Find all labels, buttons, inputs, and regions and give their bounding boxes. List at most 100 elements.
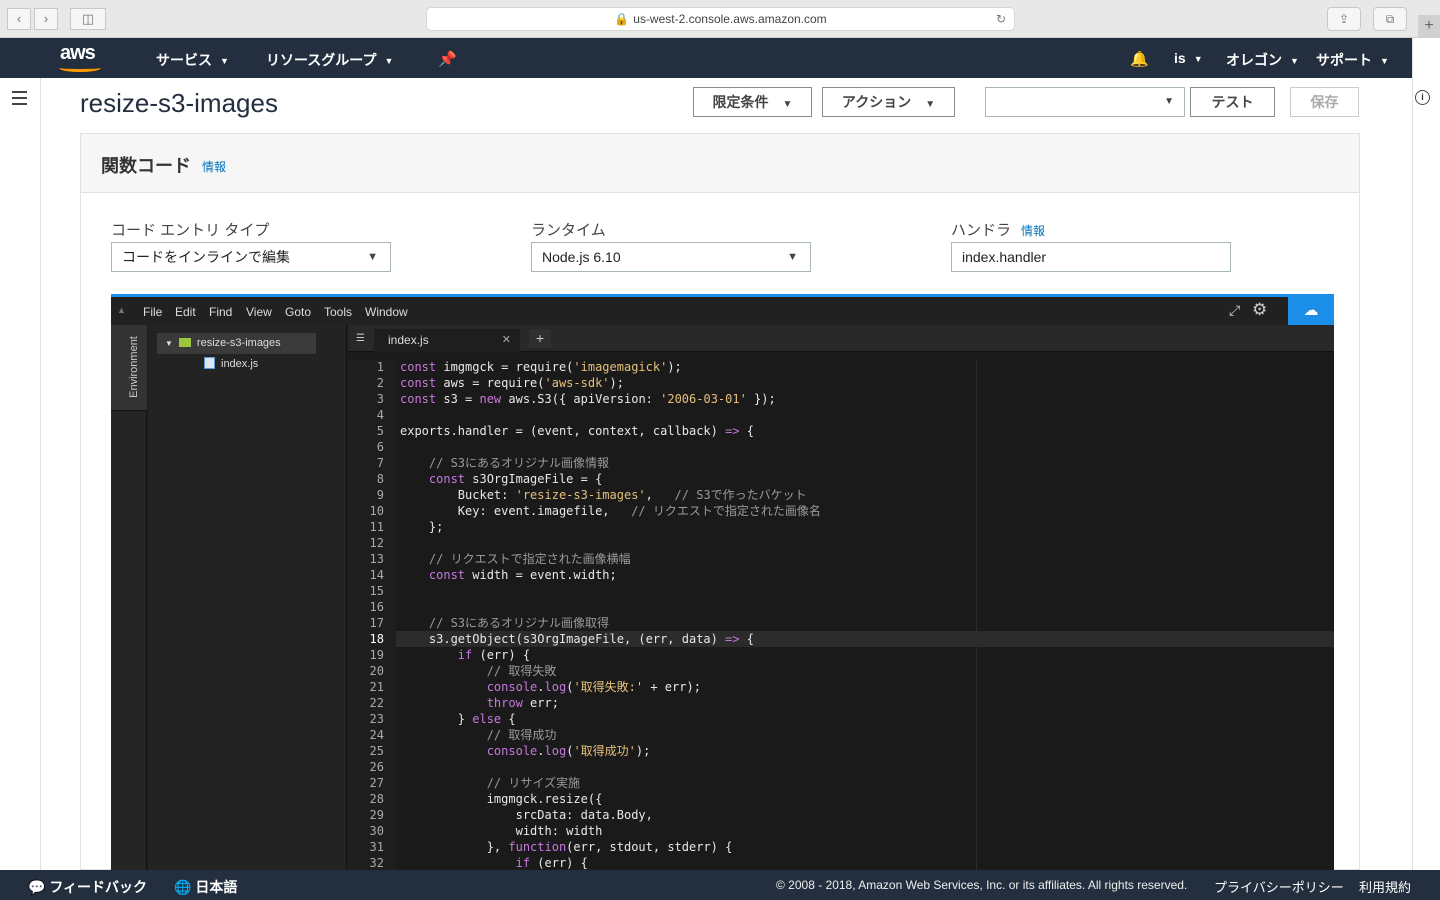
tree-file-item[interactable]: index.js (204, 357, 258, 370)
menu-tools[interactable]: Tools (324, 305, 352, 319)
new-file-tab-icon[interactable]: + (529, 329, 551, 348)
menu-find[interactable]: Find (209, 305, 232, 319)
pin-icon[interactable]: 📌 (438, 50, 457, 68)
test-button[interactable]: テスト (1190, 87, 1275, 117)
actions-button[interactable]: アクション ▼ (822, 87, 955, 117)
menu-edit[interactable]: Edit (175, 305, 196, 319)
language-selector[interactable]: 🌐 日本語 (174, 877, 237, 897)
menu-file[interactable]: File (143, 305, 162, 319)
line-number[interactable]: 27 (348, 775, 384, 791)
code-line[interactable]: imgmgck.resize({ (400, 791, 1334, 807)
qualifiers-button[interactable]: 限定条件 ▼ (693, 87, 812, 117)
line-number[interactable]: 9 (348, 487, 384, 503)
terms-link[interactable]: 利用規約 (1359, 877, 1411, 896)
reload-icon[interactable]: ↻ (996, 8, 1006, 30)
sidebar-toggle-icon[interactable]: ◫ (70, 8, 106, 30)
code-line[interactable]: // リサイズ実施 (400, 775, 1334, 791)
code-area[interactable]: const imgmgck = require('imagemagick'); c… (396, 359, 1334, 871)
code-line[interactable]: const s3OrgImageFile = { (400, 471, 1334, 487)
line-number[interactable]: 11 (348, 519, 384, 535)
expand-triangle-icon[interactable]: ▼ (165, 339, 173, 348)
test-event-select[interactable]: ▼ (985, 87, 1185, 117)
code-line[interactable]: }, function(err, stdout, stderr) { (400, 839, 1334, 855)
line-number[interactable]: 3 (348, 391, 384, 407)
code-line[interactable]: // リクエストで指定された画像横幅 (400, 551, 1334, 567)
line-number[interactable]: 15 (348, 583, 384, 599)
address-bar[interactable]: 🔒 us-west-2.console.aws.amazon.com ↻ (426, 7, 1015, 31)
tab-list-icon[interactable]: ☰ (356, 333, 365, 344)
code-line[interactable]: Key: event.imagefile, // リクエストで指定された画像名 (400, 503, 1334, 519)
code-line[interactable]: width: width (400, 823, 1334, 839)
aws-logo[interactable]: aws (60, 42, 96, 65)
tabs-overview-icon[interactable]: ⧉ (1373, 7, 1407, 31)
line-number[interactable]: 4 (348, 407, 384, 423)
fullscreen-icon[interactable]: ⤢ (1229, 302, 1240, 319)
info-icon[interactable]: i (1415, 90, 1430, 105)
code-line[interactable]: const imgmgck = require('imagemagick'); (400, 359, 1334, 375)
line-number[interactable]: 13 (348, 551, 384, 567)
code-line[interactable] (400, 535, 1334, 551)
code-line[interactable]: s3.getObject(s3OrgImageFile, (err, data)… (400, 631, 1334, 647)
code-line[interactable] (400, 439, 1334, 455)
region-menu[interactable]: オレゴン ▼ (1226, 50, 1299, 70)
new-tab-icon[interactable]: + (1418, 15, 1440, 38)
line-number[interactable]: 1 (348, 359, 384, 375)
resource-groups-menu[interactable]: リソースグループ ▼ (266, 50, 393, 70)
gear-icon[interactable]: ⚙ (1252, 300, 1267, 320)
runtime-select[interactable]: Node.js 6.10 ▼ (531, 242, 811, 272)
line-number[interactable]: 28 (348, 791, 384, 807)
code-line[interactable]: Bucket: 'resize-s3-images', // S3で作ったバケッ… (400, 487, 1334, 503)
share-icon[interactable]: ⇪ (1327, 7, 1361, 31)
services-menu[interactable]: サービス ▼ (156, 50, 229, 70)
code-line[interactable]: const aws = require('aws-sdk'); (400, 375, 1334, 391)
back-arrow-icon[interactable]: ‹ (7, 8, 31, 30)
line-number[interactable]: 21 (348, 679, 384, 695)
handler-info-link[interactable]: 情報 (1021, 224, 1045, 238)
menu-goto[interactable]: Goto (285, 305, 311, 319)
code-line[interactable]: console.log('取得成功'); (400, 743, 1334, 759)
support-menu[interactable]: サポート ▼ (1316, 50, 1389, 70)
tree-folder-item[interactable]: ▼ resize-s3-images (165, 337, 281, 349)
bell-icon[interactable]: 🔔 (1130, 50, 1149, 68)
code-line[interactable]: // 取得失敗 (400, 663, 1334, 679)
line-number[interactable]: 14 (348, 567, 384, 583)
line-number[interactable]: 10 (348, 503, 384, 519)
code-line[interactable]: }; (400, 519, 1334, 535)
code-line[interactable]: // S3にあるオリジナル画像取得 (400, 615, 1334, 631)
line-number[interactable]: 17 (348, 615, 384, 631)
menu-window[interactable]: Window (365, 305, 408, 319)
line-number[interactable]: 24 (348, 727, 384, 743)
line-number[interactable]: 12 (348, 535, 384, 551)
save-button[interactable]: 保存 (1290, 87, 1359, 117)
handler-input[interactable]: index.handler (951, 242, 1231, 272)
code-line[interactable] (400, 599, 1334, 615)
line-number[interactable]: 19 (348, 647, 384, 663)
entry-type-select[interactable]: コードをインラインで編集 ▼ (111, 242, 391, 272)
code-line[interactable]: if (err) { (400, 855, 1334, 871)
hamburger-menu-icon[interactable] (12, 91, 27, 109)
tab-index-js[interactable]: index.js ✕ (374, 329, 520, 352)
line-number[interactable]: 7 (348, 455, 384, 471)
line-number[interactable]: 8 (348, 471, 384, 487)
line-number[interactable]: 31 (348, 839, 384, 855)
user-menu[interactable]: is ▼ (1174, 50, 1203, 66)
code-line[interactable]: throw err; (400, 695, 1334, 711)
code-line[interactable]: // S3にあるオリジナル画像情報 (400, 455, 1334, 471)
privacy-link[interactable]: プライバシーポリシー (1214, 877, 1344, 896)
close-icon[interactable]: ✕ (502, 329, 511, 352)
code-line[interactable]: const s3 = new aws.S3({ apiVersion: '200… (400, 391, 1334, 407)
code-line[interactable] (400, 583, 1334, 599)
collapse-up-icon[interactable]: ▲ (117, 305, 126, 315)
line-number[interactable]: 18 (348, 631, 384, 647)
code-line[interactable] (400, 407, 1334, 423)
line-number[interactable]: 26 (348, 759, 384, 775)
feedback-link[interactable]: 💬 フィードバック (28, 877, 147, 897)
code-line[interactable]: // 取得成功 (400, 727, 1334, 743)
line-number[interactable]: 5 (348, 423, 384, 439)
code-line[interactable]: } else { (400, 711, 1334, 727)
code-line[interactable]: srcData: data.Body, (400, 807, 1334, 823)
environment-tab[interactable]: Environment (111, 325, 147, 411)
info-link[interactable]: 情報 (202, 158, 226, 175)
code-line[interactable]: console.log('取得失敗:' + err); (400, 679, 1334, 695)
line-number[interactable]: 20 (348, 663, 384, 679)
